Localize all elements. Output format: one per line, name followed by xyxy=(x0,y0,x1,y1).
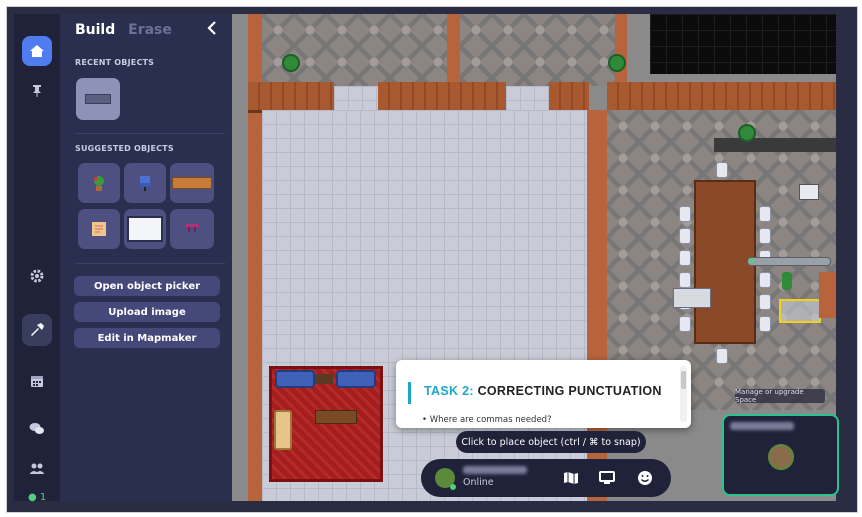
placed-whiteboard[interactable] xyxy=(673,288,711,308)
home-icon[interactable] xyxy=(22,36,52,66)
placement-preview[interactable] xyxy=(779,299,821,323)
player-avatar[interactable] xyxy=(782,272,792,290)
whiteboard-thumbnail xyxy=(85,94,111,104)
suggested-object-whiteboard[interactable] xyxy=(124,209,166,249)
tile-floor xyxy=(506,86,549,110)
chair xyxy=(679,250,691,266)
calendar-icon[interactable] xyxy=(22,366,52,396)
suggested-object-plant[interactable] xyxy=(78,163,120,203)
build-panel: Build Erase RECENT OBJECTS SUGGESTED OBJ… xyxy=(60,14,232,501)
stone-floor xyxy=(460,14,615,86)
hammer-icon[interactable] xyxy=(22,314,52,346)
suggested-object-note[interactable] xyxy=(78,209,120,249)
upload-image-button[interactable]: Upload image xyxy=(74,302,220,322)
plant xyxy=(740,126,754,140)
recent-object-whiteboard[interactable] xyxy=(76,78,120,120)
map-icon[interactable] xyxy=(561,468,581,488)
sofa xyxy=(336,370,376,388)
left-rail: ● 1 xyxy=(14,14,60,503)
placement-hint: Click to place object (ctrl / ⌘ to snap) xyxy=(456,431,646,453)
task-scrollbar[interactable] xyxy=(680,366,687,422)
brick-wall xyxy=(378,82,506,113)
plant xyxy=(610,56,624,70)
chair xyxy=(716,162,728,178)
manage-space-link[interactable]: Manage or upgrade Space xyxy=(735,388,825,404)
collapse-chevron-icon[interactable] xyxy=(206,20,218,39)
gear-icon[interactable] xyxy=(22,261,52,291)
task-popup[interactable]: TASK 2: CORRECTING PUNCTUATION • Where a… xyxy=(396,360,691,428)
tab-erase[interactable]: Erase xyxy=(128,22,172,38)
player-nameplate xyxy=(747,257,831,266)
brick-wall xyxy=(248,82,334,113)
monitor xyxy=(799,184,819,200)
void-area xyxy=(650,14,836,74)
user-status: Online xyxy=(463,477,494,488)
stone-floor xyxy=(262,14,447,86)
participant-count: ● 1 xyxy=(28,492,47,503)
suggested-object-chair[interactable] xyxy=(124,163,166,203)
video-tile[interactable] xyxy=(722,414,839,496)
plant xyxy=(284,56,298,70)
build-tabs: Build Erase xyxy=(75,22,172,38)
armchair xyxy=(274,410,292,450)
suggested-objects-heading: SUGGESTED OBJECTS xyxy=(75,144,174,153)
note-thumbnail xyxy=(92,222,106,236)
wood-wall xyxy=(615,14,627,86)
whiteboard-large-thumbnail xyxy=(127,216,163,242)
video-name-redacted xyxy=(730,422,794,430)
chat-icon[interactable] xyxy=(22,414,52,444)
chair xyxy=(759,272,771,288)
side-table xyxy=(315,374,333,384)
chair xyxy=(759,294,771,310)
brick-wall xyxy=(607,82,836,113)
suggested-object-table[interactable] xyxy=(170,163,214,203)
chair xyxy=(679,228,691,244)
coffee-table xyxy=(315,410,357,424)
pin-icon[interactable] xyxy=(22,76,52,106)
plant-thumbnail xyxy=(94,176,104,191)
open-object-picker-button[interactable]: Open object picker xyxy=(74,276,220,296)
task-title: TASK 2: CORRECTING PUNCTUATION xyxy=(424,384,662,398)
scroll-thumb[interactable] xyxy=(681,371,686,389)
chair xyxy=(716,348,728,364)
tile-floor xyxy=(334,86,378,110)
wood-wall xyxy=(447,14,460,86)
chair xyxy=(759,228,771,244)
task-question: • Where are commas needed? xyxy=(422,415,552,425)
edit-in-mapmaker-button[interactable]: Edit in Mapmaker xyxy=(74,328,220,348)
sofa xyxy=(275,370,315,388)
online-dot xyxy=(749,258,754,263)
people-icon[interactable] xyxy=(22,454,52,484)
tab-build[interactable]: Build xyxy=(75,22,115,38)
task-accent-bar xyxy=(408,382,411,404)
task-number: TASK 2: xyxy=(424,384,474,398)
suggested-object-shelf[interactable] xyxy=(170,209,214,249)
shelf-thumbnail xyxy=(185,224,199,232)
video-avatar xyxy=(768,444,794,470)
chair xyxy=(759,206,771,222)
wood-wall xyxy=(819,272,836,318)
user-name-redacted xyxy=(463,466,527,474)
recent-objects-heading: RECENT OBJECTS xyxy=(75,58,155,67)
emoji-icon[interactable] xyxy=(635,468,655,488)
screen-share-icon[interactable] xyxy=(597,468,617,488)
chair xyxy=(679,316,691,332)
chair xyxy=(759,316,771,332)
panel-divider xyxy=(75,263,225,264)
planter-shelf xyxy=(714,138,836,152)
panel-divider xyxy=(75,133,225,134)
online-status-dot xyxy=(450,484,456,490)
task-heading: CORRECTING PUNCTUATION xyxy=(477,384,662,398)
chair-thumbnail xyxy=(139,176,151,191)
table-thumbnail xyxy=(172,177,212,189)
bottom-toolbar: Online xyxy=(421,459,671,497)
chair xyxy=(679,272,691,288)
brick-wall xyxy=(549,82,589,113)
chair xyxy=(679,206,691,222)
